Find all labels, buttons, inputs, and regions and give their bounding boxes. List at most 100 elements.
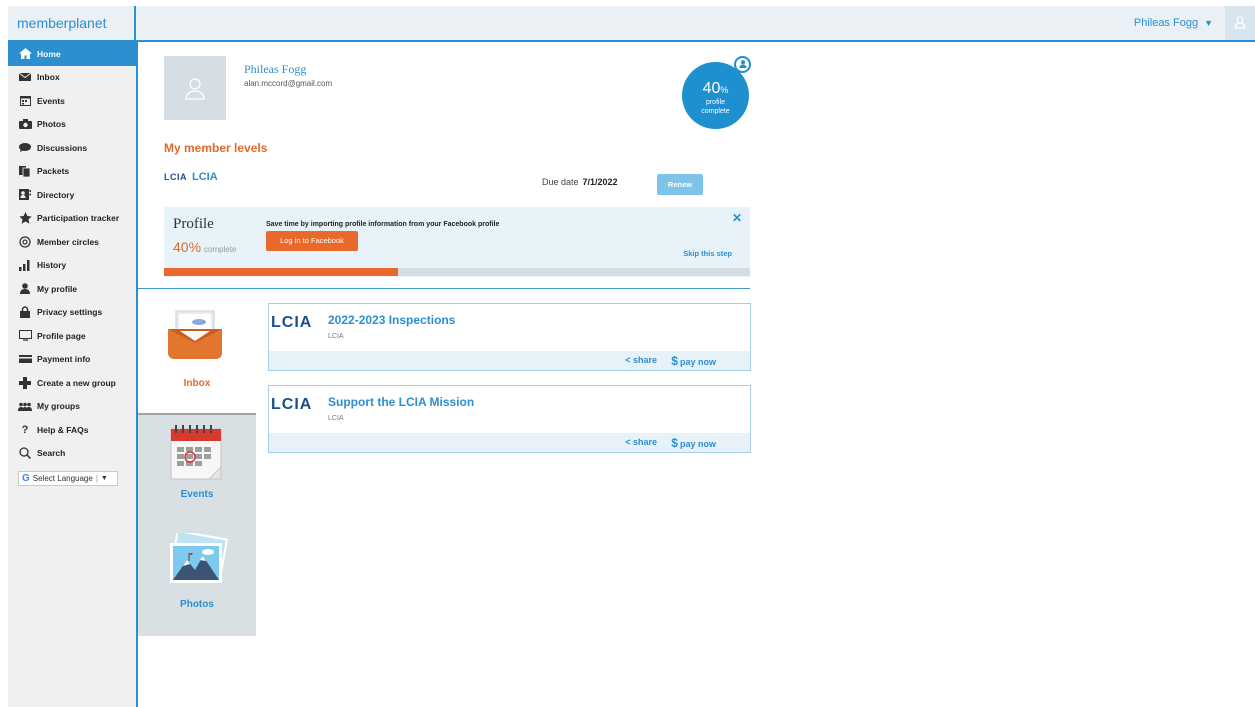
tile-photos[interactable]: Photos (138, 525, 256, 635)
sidebar-item-my-profile[interactable]: My profile (8, 277, 136, 301)
tile-label: Events (180, 489, 214, 500)
sidebar-item-create-group[interactable]: Create a new group (8, 371, 136, 395)
google-icon: G (22, 473, 30, 484)
speech-bubble-icon (18, 142, 32, 154)
member-levels-title: My member levels (164, 141, 268, 155)
pay-label: pay now (679, 439, 716, 449)
sidebar-item-events[interactable]: Events (8, 89, 136, 113)
sidebar-item-profile-page[interactable]: Profile page (8, 324, 136, 348)
dropdown-arrow-icon: ▼ (100, 475, 108, 482)
calendar-icon (18, 95, 32, 107)
calendar-icon (170, 425, 222, 480)
sidebar-item-help[interactable]: ? Help & FAQs (8, 418, 136, 442)
packets-icon (18, 165, 32, 177)
question-icon: ? (21, 423, 29, 436)
sidebar-item-inbox[interactable]: Inbox (8, 66, 136, 90)
sidebar-item-label: Privacy settings (37, 307, 103, 318)
card-actions: < share $ pay now (269, 433, 750, 452)
share-button[interactable]: < share (625, 355, 657, 365)
sidebar-item-member-circles[interactable]: Member circles (8, 230, 136, 254)
profile-name[interactable]: Phileas Fogg (244, 62, 306, 77)
tile-label: Photos (180, 599, 214, 610)
directory-icon (18, 189, 32, 201)
due-date-value: 7/1/2022 (582, 177, 618, 187)
sidebar-item-my-groups[interactable]: My groups (8, 395, 136, 419)
profile-badge-icon (734, 56, 751, 73)
chevron-down-icon: ▼ (1204, 18, 1213, 28)
pay-now-button[interactable]: $ pay now (671, 436, 716, 450)
profile-email: alan.mccord@gmail.com (244, 79, 333, 88)
profile-completion-box: Profile 40% complete Save time by importi… (164, 207, 750, 277)
share-label: share (632, 355, 657, 365)
sidebar-item-label: Directory (37, 189, 75, 200)
profile-box-title: Profile (173, 216, 214, 232)
sidebar-item-label: History (37, 260, 67, 271)
group-icon (18, 400, 32, 412)
sidebar-item-privacy-settings[interactable]: Privacy settings (8, 301, 136, 325)
card-actions: < share $ pay now (269, 351, 750, 370)
completion-label-1: profile (705, 99, 726, 106)
user-avatar-button[interactable] (1225, 6, 1255, 40)
sidebar-item-directory[interactable]: Directory (8, 183, 136, 207)
credit-card-icon (18, 353, 32, 365)
app-tiles: Inbox Events Photos (138, 289, 256, 636)
completion-label-2: complete (701, 108, 730, 115)
facebook-import-prompt: Save time by importing profile informati… (266, 221, 500, 228)
sidebar-item-label: Home (37, 48, 61, 59)
card-title[interactable]: Support the LCIA Mission (328, 395, 474, 409)
renew-button[interactable]: Renew (657, 174, 703, 195)
share-label: share (632, 437, 657, 447)
card-title[interactable]: 2022-2023 Inspections (328, 313, 455, 327)
user-name: Phileas Fogg (1133, 17, 1199, 29)
sidebar-item-participation-tracker[interactable]: Participation tracker (8, 207, 136, 231)
photos-icon (169, 533, 228, 583)
due-date: Due date 7/1/2022 (542, 177, 618, 187)
camera-icon (18, 118, 32, 130)
share-icon: < (625, 355, 631, 365)
completion-unit: % (720, 85, 729, 95)
sidebar-item-label: Search (37, 448, 66, 459)
top-bar: memberplanet Phileas Fogg ▼ (8, 6, 1255, 42)
close-icon[interactable]: ✕ (732, 211, 742, 225)
lock-icon (18, 306, 32, 319)
sidebar-item-history[interactable]: History (8, 254, 136, 278)
facebook-login-button[interactable]: Log in to Facebook (266, 231, 358, 251)
completion-percent: 40% (682, 80, 749, 98)
sidebar-item-photos[interactable]: Photos (8, 113, 136, 137)
profile-box-percent: 40% complete (173, 239, 237, 255)
add-group-icon (18, 376, 32, 389)
completion-value: 40 (702, 80, 721, 97)
share-icon: < (625, 437, 631, 447)
sidebar-item-discussions[interactable]: Discussions (8, 136, 136, 160)
inbox-card[interactable]: LCIA 2022-2023 Inspections LCIA < share … (268, 303, 751, 371)
inbox-card[interactable]: LCIA Support the LCIA Mission LCIA < sha… (268, 385, 751, 453)
sidebar-item-label: Discussions (37, 142, 88, 153)
sidebar-item-home[interactable]: Home (8, 42, 136, 66)
tile-inbox[interactable]: Inbox (138, 289, 256, 415)
pay-now-button[interactable]: $ pay now (671, 354, 716, 368)
app-logo[interactable]: memberplanet (8, 6, 136, 40)
sidebar-item-label: My profile (37, 283, 78, 294)
user-menu[interactable]: Phileas Fogg ▼ (1134, 6, 1213, 40)
dollar-icon: $ (671, 354, 678, 368)
share-button[interactable]: < share (625, 437, 657, 447)
profile-avatar[interactable] (164, 56, 226, 120)
circles-icon (18, 236, 32, 248)
pay-label: pay now (679, 357, 716, 367)
skip-step-link[interactable]: Skip this step (683, 249, 732, 258)
sidebar-item-search[interactable]: Search (8, 442, 136, 466)
member-level-name[interactable]: LCIA (192, 171, 218, 183)
sidebar-item-payment-info[interactable]: Payment info (8, 348, 136, 372)
home-icon (18, 48, 32, 60)
divider: | (95, 474, 98, 483)
lcia-logo: LCIA (271, 396, 313, 413)
search-icon (18, 447, 32, 460)
user-icon (1234, 16, 1246, 29)
tile-events[interactable]: Events (138, 415, 256, 525)
star-icon (18, 212, 32, 224)
language-select[interactable]: G Select Language | ▼ (18, 471, 118, 486)
person-icon (18, 283, 32, 295)
monitor-icon (18, 330, 32, 342)
sidebar-item-packets[interactable]: Packets (8, 160, 136, 184)
sidebar-item-label: Packets (37, 166, 70, 177)
